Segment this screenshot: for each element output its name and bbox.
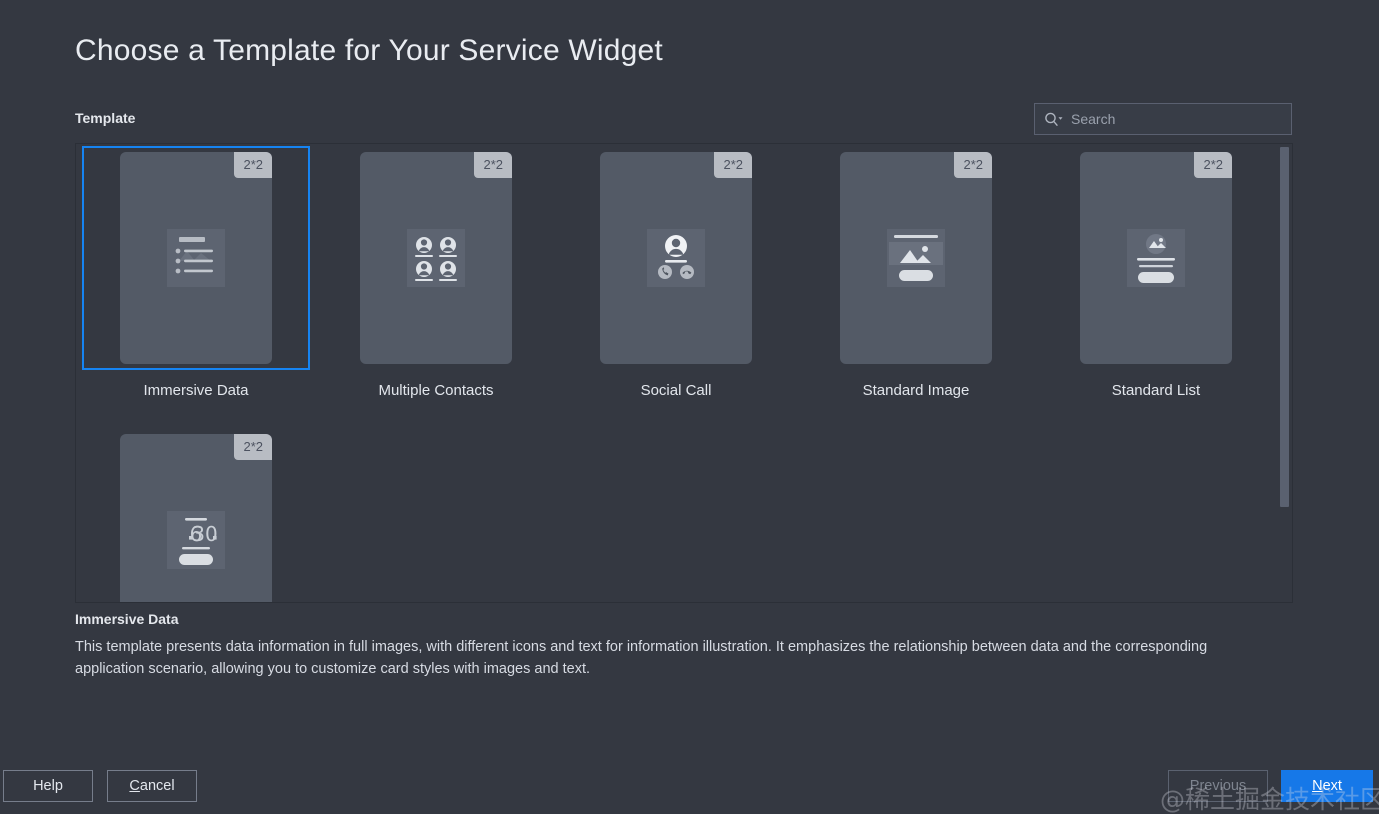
template-card-frame[interactable]: 2*2 xyxy=(562,146,790,370)
template-card-frame[interactable]: 2*2 xyxy=(82,146,310,370)
template-thumbnail: 2*2 xyxy=(360,152,512,364)
template-card-label: Multiple Contacts xyxy=(378,382,494,399)
size-badge: 2*2 xyxy=(714,152,752,178)
template-card-label: Immersive Data xyxy=(143,382,249,399)
description-body: This template presents data information … xyxy=(75,639,1208,677)
next-mnemonic: N xyxy=(1312,778,1323,794)
template-card-immersive-data[interactable]: 2*2 Immersive Data xyxy=(76,144,316,426)
template-card-frame[interactable]: 2*2 6 30 xyxy=(82,428,310,602)
template-card-label: Standard Image xyxy=(862,382,970,399)
cancel-label-rest: ancel xyxy=(139,778,175,794)
description-title: Immersive Data xyxy=(75,611,179,627)
avatar-call-buttons-icon xyxy=(647,229,705,287)
four-avatars-icon xyxy=(407,229,465,287)
template-thumbnail: 2*2 xyxy=(120,152,272,364)
template-card-social-call[interactable]: 2*2 Social Call xyxy=(556,144,796,426)
list-with-image-icon xyxy=(167,229,225,287)
size-badge: 2*2 xyxy=(234,434,272,460)
template-grid: 2*2 Immersive Data 2*2 Multiple Contacts… xyxy=(76,144,1276,602)
template-card-frame[interactable]: 2*2 xyxy=(1042,146,1270,370)
template-thumbnail: 2*2 6 30 xyxy=(120,434,272,602)
help-button[interactable]: Help xyxy=(3,770,93,802)
template-list-scrollbar[interactable] xyxy=(1279,145,1291,602)
svg-text:30: 30 xyxy=(192,522,217,546)
template-thumbnail: 2*2 xyxy=(840,152,992,364)
template-card-frame[interactable]: 2*2 xyxy=(322,146,550,370)
size-badge: 2*2 xyxy=(954,152,992,178)
previous-button[interactable]: Previous xyxy=(1168,770,1268,802)
search-input[interactable] xyxy=(1065,111,1283,127)
scrollbar-thumb[interactable] xyxy=(1280,147,1289,507)
template-card-multiple-contacts[interactable]: 2*2 Multiple Contacts xyxy=(316,144,556,426)
size-badge: 2*2 xyxy=(474,152,512,178)
template-list-panel: 2*2 Immersive Data 2*2 Multiple Contacts… xyxy=(75,143,1293,603)
search-icon[interactable] xyxy=(1043,111,1065,127)
clock-6-30-icon: 6 30 xyxy=(167,511,225,569)
template-chooser-dialog: Choose a Template for Your Service Widge… xyxy=(0,0,1379,814)
search-box[interactable] xyxy=(1034,103,1292,135)
size-badge: 2*2 xyxy=(1194,152,1232,178)
template-card-clock[interactable]: 2*2 6 30 xyxy=(76,426,316,602)
template-card-standard-image[interactable]: 2*2 Standard Image xyxy=(796,144,1036,426)
template-card-label: Standard List xyxy=(1111,382,1201,399)
template-section-label: Template xyxy=(75,110,136,126)
next-button[interactable]: Next xyxy=(1281,770,1373,802)
page-title: Choose a Template for Your Service Widge… xyxy=(75,34,663,67)
template-card-label: Social Call xyxy=(640,382,712,399)
size-badge: 2*2 xyxy=(234,152,272,178)
template-card-frame[interactable]: 2*2 xyxy=(802,146,1030,370)
cancel-mnemonic: C xyxy=(129,778,140,794)
template-card-standard-list[interactable]: 2*2 Standard List xyxy=(1036,144,1276,426)
next-label-rest: ext xyxy=(1322,778,1342,794)
image-card-button-icon xyxy=(887,229,945,287)
template-thumbnail: 2*2 xyxy=(600,152,752,364)
image-lines-button-icon xyxy=(1127,229,1185,287)
cancel-button[interactable]: Cancel xyxy=(107,770,197,802)
template-thumbnail: 2*2 xyxy=(1080,152,1232,364)
